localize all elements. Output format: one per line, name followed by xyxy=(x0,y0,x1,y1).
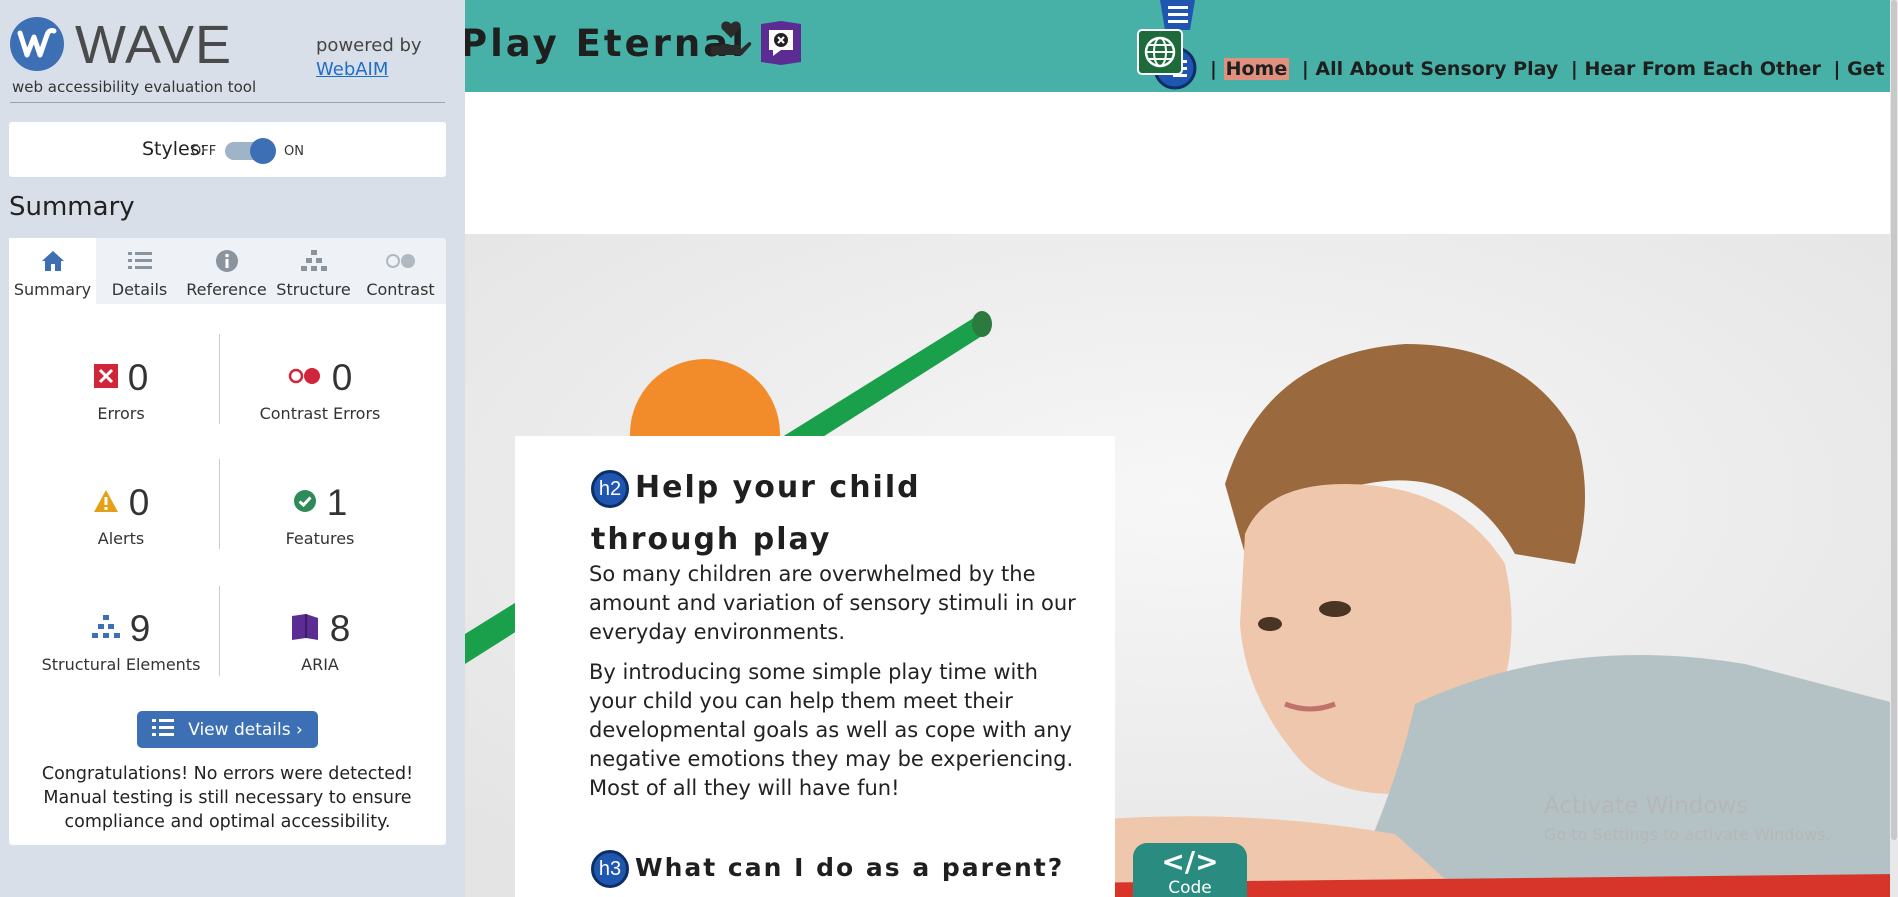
aria-icon xyxy=(290,612,320,646)
errors-count: 0 xyxy=(127,357,149,398)
site-page: Play Eternal | Home | All About Sensory … xyxy=(465,0,1898,897)
wave-tabs: Summary Details Reference Structure Cont… xyxy=(9,238,446,304)
stat-aria[interactable]: 8 ARIA xyxy=(220,607,420,674)
wave-alert-badge-icon[interactable] xyxy=(759,20,803,66)
scrollbar-thumb[interactable] xyxy=(1891,0,1897,840)
divider xyxy=(10,102,445,103)
styles-off-label: OFF xyxy=(191,144,217,159)
stat-alerts[interactable]: 0 Alerts xyxy=(21,481,221,548)
code-icon: </> xyxy=(1161,845,1219,878)
stat-features[interactable]: 1 Features xyxy=(220,481,420,548)
wave-header: WAVE web accessibility evaluation tool p… xyxy=(0,0,465,104)
h2-line1: Help your child xyxy=(635,470,921,505)
site-title[interactable]: Play Eternal xyxy=(465,22,747,65)
h2-line2: through play xyxy=(591,522,832,557)
wave-logo-text: WAVE xyxy=(75,15,233,75)
powered-by-label: powered by xyxy=(316,35,422,56)
nav-home[interactable]: Home xyxy=(1223,58,1290,80)
wave-structure-badges xyxy=(1135,0,1205,92)
code-toggle-button[interactable]: </> Code xyxy=(1133,843,1247,897)
heart-hand-icon xyxy=(709,20,753,60)
h3-badge-icon[interactable]: h3 xyxy=(591,850,629,888)
nav-separator: | xyxy=(1570,58,1578,80)
hierarchy-icon xyxy=(270,248,357,274)
errors-label: Errors xyxy=(97,404,145,423)
activate-windows-watermark: Activate Windows Go to Settings to activ… xyxy=(1544,793,1831,844)
list-icon xyxy=(152,718,175,741)
view-details-label: View details › xyxy=(188,719,303,740)
code-label: Code xyxy=(1168,878,1212,897)
h2-heading: h2 Help your child through play xyxy=(591,462,1021,566)
stat-errors[interactable]: 0 Errors xyxy=(21,356,221,423)
contrast-icon xyxy=(357,248,444,274)
error-icon xyxy=(93,364,118,392)
structural-count: 9 xyxy=(129,608,151,649)
alerts-label: Alerts xyxy=(97,529,145,548)
activate-title: Activate Windows xyxy=(1544,793,1749,819)
aria-label: ARIA xyxy=(301,655,339,674)
wave-logo-icon xyxy=(10,17,64,71)
intro-paragraph-1: So many children are overwhelmed by the … xyxy=(589,562,1076,644)
styles-toggle-box: Styles: OFF ON xyxy=(9,122,446,177)
h3-text: What can I do as a parent? xyxy=(635,853,1065,882)
contrast-error-icon xyxy=(288,367,322,389)
aria-count: 8 xyxy=(329,608,351,649)
styles-on-label: ON xyxy=(284,144,304,159)
h3-heading: h3 What can I do as a parent? xyxy=(591,850,1064,888)
intro-paragraph-2: By introducing some simple play time wit… xyxy=(589,660,1074,800)
summary-panel: 0 Errors 0 Contrast Errors 0 Alerts 1 Fe… xyxy=(9,304,446,845)
styles-toggle-knob[interactable] xyxy=(250,138,276,164)
info-icon xyxy=(183,248,270,274)
main-nav: | Home | All About Sensory Play | Hear F… xyxy=(1210,58,1898,80)
wave-tagline: web accessibility evaluation tool xyxy=(12,78,257,96)
tab-reference[interactable]: Reference xyxy=(183,238,270,304)
tab-label: Contrast xyxy=(366,280,435,299)
tab-details[interactable]: Details xyxy=(96,238,183,304)
alert-icon xyxy=(93,489,119,517)
structure-icon xyxy=(91,615,120,643)
tab-contrast[interactable]: Contrast xyxy=(357,238,444,304)
home-icon xyxy=(9,248,96,274)
feature-icon xyxy=(293,489,317,517)
list-icon xyxy=(96,248,183,274)
contrast-errors-label: Contrast Errors xyxy=(259,404,381,423)
contrast-errors-count: 0 xyxy=(331,357,353,398)
stat-structural-elements[interactable]: 9 Structural Elements xyxy=(21,607,221,674)
nav-separator: | xyxy=(1210,58,1217,80)
tab-summary[interactable]: Summary xyxy=(9,238,96,304)
tab-structure[interactable]: Structure xyxy=(270,238,357,304)
features-label: Features xyxy=(285,529,355,548)
tab-label: Summary xyxy=(13,280,92,299)
structural-label: Structural Elements xyxy=(41,655,201,674)
alerts-count: 0 xyxy=(128,482,150,523)
nav-separator: | xyxy=(1833,58,1841,80)
congrats-message: Congratulations! No errors were detected… xyxy=(41,764,414,832)
header-spacer xyxy=(465,92,1898,234)
panel-title: Summary xyxy=(9,192,135,222)
nav-about[interactable]: All About Sensory Play xyxy=(1315,58,1558,80)
tab-label: Reference xyxy=(186,280,267,299)
tab-label: Details xyxy=(111,280,168,299)
stat-contrast-errors[interactable]: 0 Contrast Errors xyxy=(220,356,420,423)
page-scrollbar[interactable] xyxy=(1890,0,1898,897)
h2-badge-icon[interactable]: h2 xyxy=(591,469,629,508)
features-count: 1 xyxy=(326,482,348,523)
nav-separator: | xyxy=(1301,58,1309,80)
webaim-link[interactable]: WebAIM xyxy=(316,58,422,82)
nav-hear[interactable]: Hear From Each Other xyxy=(1584,58,1820,80)
view-details-button[interactable]: View details › xyxy=(137,711,318,748)
tab-label: Structure xyxy=(276,280,351,299)
powered-by: powered by WebAIM xyxy=(316,34,422,82)
site-header: Play Eternal | Home | All About Sensory … xyxy=(465,0,1898,92)
wave-sidebar: WAVE web accessibility evaluation tool p… xyxy=(0,0,465,897)
activate-subtitle: Go to Settings to activate Windows. xyxy=(1544,825,1831,844)
